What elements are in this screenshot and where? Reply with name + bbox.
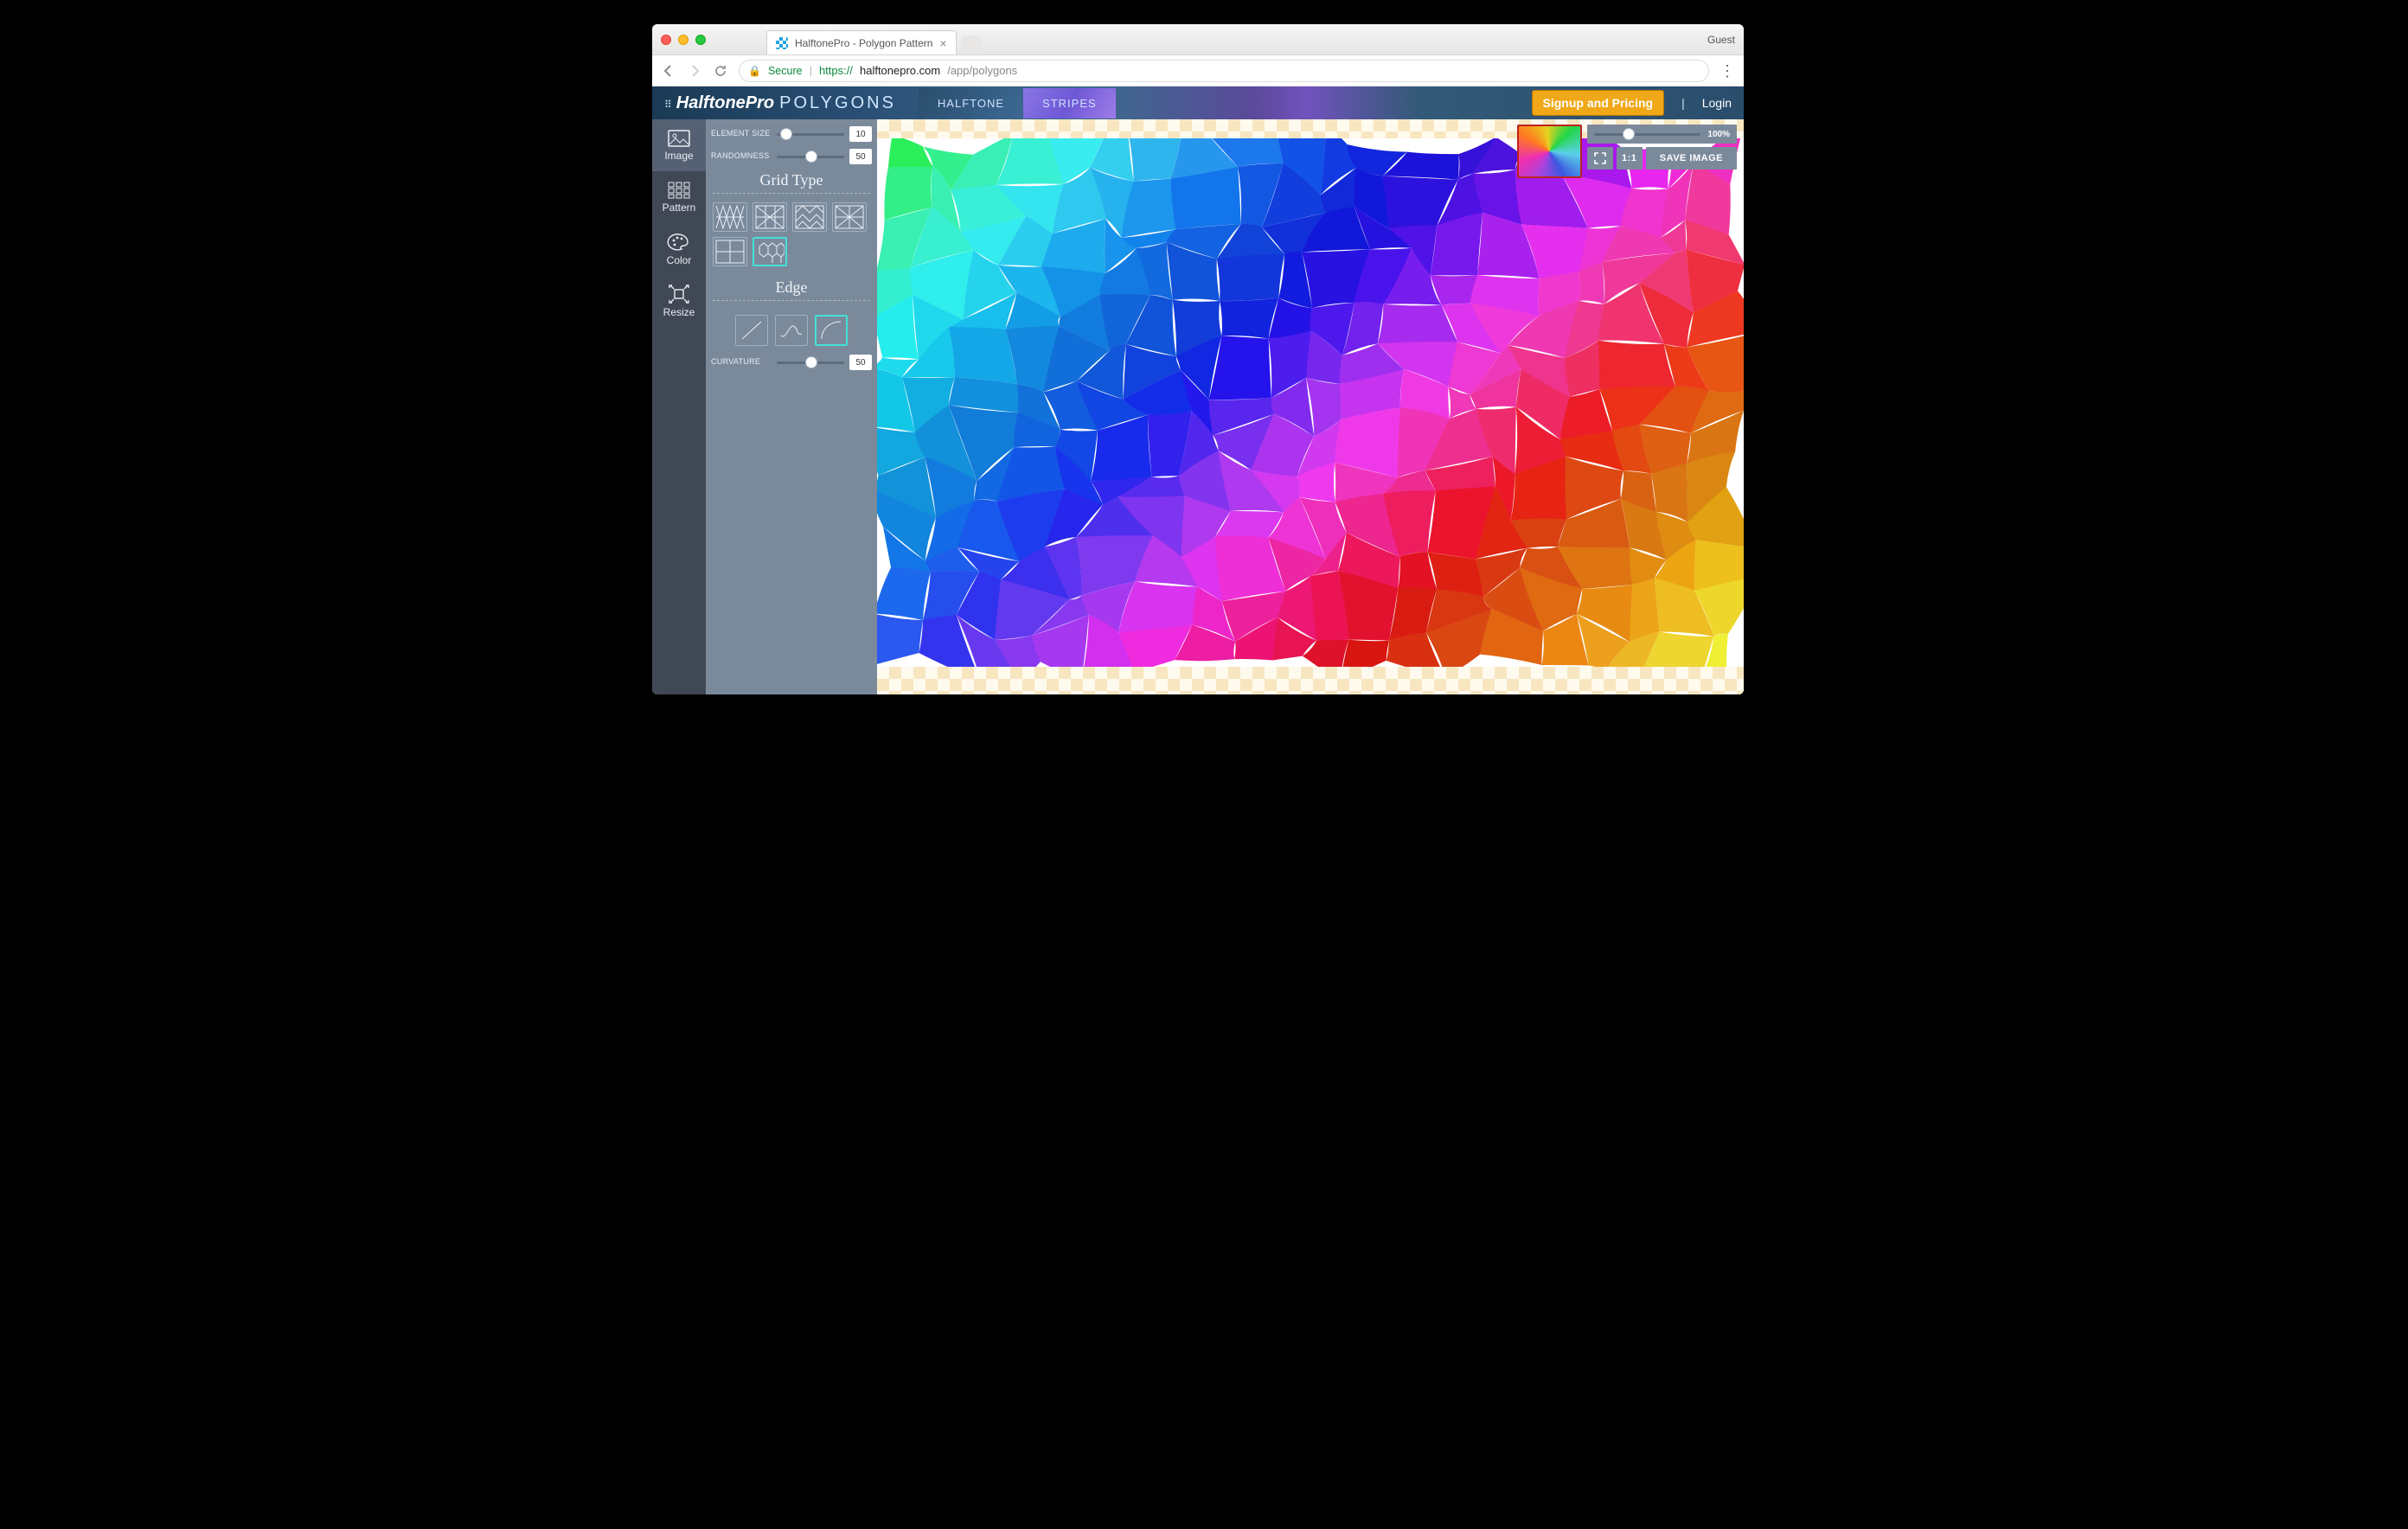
new-tab-button[interactable]: [962, 35, 981, 54]
edge-wave[interactable]: [775, 315, 808, 346]
canvas-checker-bottom: [877, 667, 1744, 694]
pattern-icon: [668, 182, 690, 199]
zoom-value: 100%: [1707, 130, 1730, 139]
grid-type-hex[interactable]: [752, 237, 787, 266]
element-size-label: ELEMENT SIZE: [711, 130, 772, 138]
app-body: Image Pattern Color Resize: [652, 119, 1744, 694]
nav-stripes[interactable]: STRIPES: [1023, 88, 1116, 118]
zoom-slider[interactable]: [1594, 128, 1701, 140]
edge-title: Edge: [711, 278, 872, 297]
resize-icon: [669, 285, 689, 304]
address-bar[interactable]: 🔒 Secure | https://halftonepro.com/app/p…: [739, 60, 1709, 82]
grid-type-square[interactable]: [713, 237, 747, 266]
rail-image[interactable]: Image: [652, 119, 706, 171]
rail-pattern[interactable]: Pattern: [652, 171, 706, 223]
minimap[interactable]: [1517, 125, 1582, 178]
rail-color[interactable]: Color: [652, 223, 706, 275]
fullscreen-button[interactable]: [1587, 147, 1613, 170]
window-close-button[interactable]: [661, 35, 671, 45]
app: ⠿ HalftonePro POLYGONS HALFTONE STRIPES …: [652, 86, 1744, 694]
brand[interactable]: ⠿ HalftonePro POLYGONS: [664, 93, 896, 113]
brand-sub: POLYGONS: [779, 93, 896, 113]
rail-pattern-label: Pattern: [663, 202, 696, 214]
sidebar-rail: Image Pattern Color Resize: [652, 119, 706, 694]
settings-panel: ELEMENT SIZE 10 RANDOMNESS 50 Grid Type: [706, 119, 877, 694]
divider: [713, 300, 870, 301]
app-header: ⠿ HalftonePro POLYGONS HALFTONE STRIPES …: [652, 86, 1744, 119]
grid-type-tri2[interactable]: [752, 202, 787, 232]
back-button[interactable]: [661, 63, 676, 79]
nav-halftone[interactable]: HALFTONE: [919, 88, 1023, 118]
login-link[interactable]: Login: [1702, 96, 1732, 110]
grid-type-title: Grid Type: [711, 171, 872, 189]
edge-options: [711, 310, 872, 355]
forward-button: [687, 63, 702, 79]
rail-image-label: Image: [664, 150, 693, 162]
zoom-control: 100%: [1587, 125, 1737, 144]
signup-button[interactable]: Signup and Pricing: [1532, 90, 1665, 116]
titlebar: HalftonePro - Polygon Pattern × Guest: [652, 24, 1744, 55]
grid-type-options: [711, 202, 872, 273]
rail-resize-label: Resize: [663, 306, 695, 318]
curvature-slider[interactable]: [777, 356, 844, 368]
url-host: halftonepro.com: [860, 64, 940, 77]
tab-close-icon[interactable]: ×: [939, 36, 946, 50]
palette-icon: [668, 233, 690, 252]
grid-type-tri[interactable]: [713, 202, 747, 232]
image-icon: [668, 130, 690, 147]
brand-main: HalftonePro: [676, 93, 774, 113]
tab-title: HalftonePro - Polygon Pattern: [795, 37, 932, 49]
randomness-control: RANDOMNESS 50: [711, 149, 872, 164]
url-path: /app/polygons: [947, 64, 1017, 77]
expand-icon: [1594, 152, 1606, 164]
element-size-value[interactable]: 10: [849, 126, 872, 142]
secure-label: Secure: [768, 65, 803, 77]
window-maximize-button[interactable]: [695, 35, 706, 45]
canvas-render[interactable]: [877, 138, 1744, 667]
canvas-overlay: 100% 1:1 SAVE IMAGE: [1517, 125, 1737, 178]
rail-resize[interactable]: Resize: [652, 275, 706, 327]
url-protocol: https://: [819, 64, 853, 77]
profile-label[interactable]: Guest: [1707, 34, 1735, 46]
save-image-button[interactable]: SAVE IMAGE: [1646, 147, 1737, 170]
rail-color-label: Color: [667, 254, 692, 266]
element-size-control: ELEMENT SIZE 10: [711, 126, 872, 142]
browser-tab[interactable]: HalftonePro - Polygon Pattern ×: [766, 30, 957, 54]
favicon-icon: [776, 37, 788, 49]
grid-type-zig[interactable]: [792, 202, 827, 232]
edge-straight[interactable]: [735, 315, 768, 346]
edge-curve[interactable]: [815, 315, 848, 346]
canvas-area: 100% 1:1 SAVE IMAGE: [877, 119, 1744, 694]
divider: [713, 193, 870, 194]
toolbar: 🔒 Secure | https://halftonepro.com/app/p…: [652, 55, 1744, 86]
browser-window: HalftonePro - Polygon Pattern × Guest 🔒 …: [652, 24, 1744, 694]
grid-type-grid-diag[interactable]: [832, 202, 867, 232]
window-minimize-button[interactable]: [678, 35, 688, 45]
reload-button[interactable]: [713, 63, 728, 79]
randomness-slider[interactable]: [777, 150, 844, 163]
curvature-label: CURVATURE: [711, 358, 772, 367]
browser-menu-button[interactable]: ⋮: [1720, 66, 1735, 76]
randomness-value[interactable]: 50: [849, 149, 872, 164]
lock-icon: 🔒: [748, 65, 761, 77]
one-to-one-button[interactable]: 1:1: [1617, 147, 1643, 170]
window-controls: [661, 35, 706, 45]
header-nav: HALFTONE STRIPES: [919, 88, 1116, 118]
curvature-value[interactable]: 50: [849, 355, 872, 370]
curvature-control: CURVATURE 50: [711, 355, 872, 370]
brand-dots-icon: ⠿: [664, 99, 671, 111]
element-size-slider[interactable]: [777, 128, 844, 140]
randomness-label: RANDOMNESS: [711, 152, 772, 161]
